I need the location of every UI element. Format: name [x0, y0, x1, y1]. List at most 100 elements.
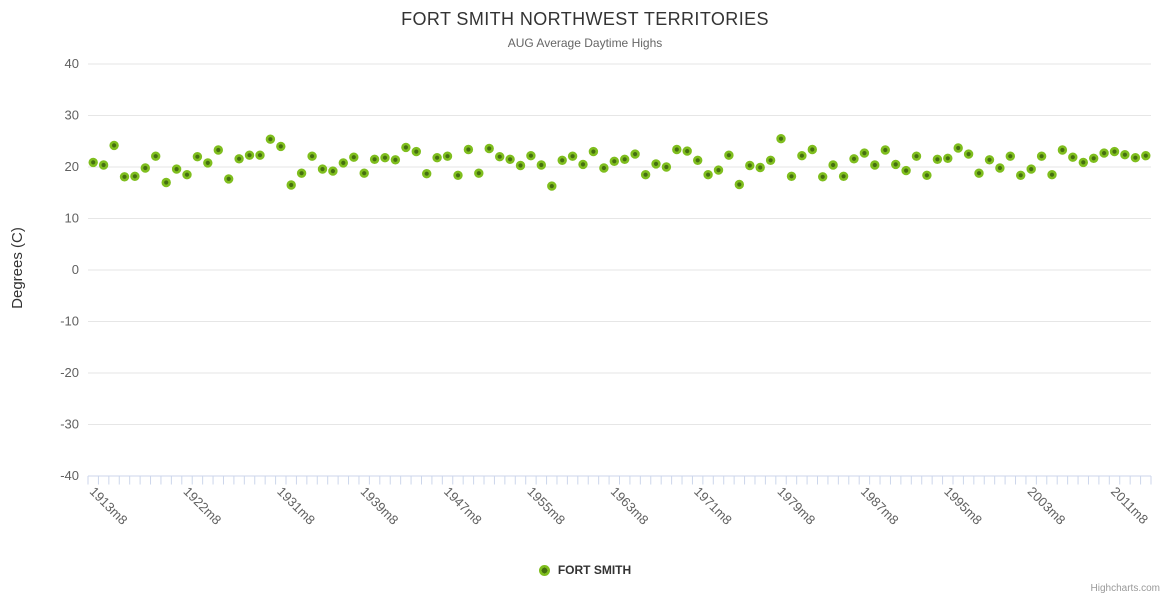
data-point[interactable]: [828, 160, 838, 170]
data-point[interactable]: [411, 146, 421, 157]
data-point[interactable]: [557, 155, 567, 166]
data-point[interactable]: [838, 171, 849, 182]
data-point[interactable]: [817, 172, 828, 182]
data-point[interactable]: [724, 150, 734, 160]
data-point[interactable]: [276, 141, 286, 152]
data-point[interactable]: [1026, 164, 1036, 174]
data-point[interactable]: [901, 165, 911, 176]
data-point[interactable]: [765, 155, 776, 166]
data-point[interactable]: [224, 174, 234, 184]
data-point[interactable]: [213, 145, 224, 155]
data-point[interactable]: [713, 165, 724, 175]
data-point[interactable]: [786, 171, 797, 182]
data-point[interactable]: [349, 152, 359, 162]
legend[interactable]: FORT SMITH: [0, 563, 1170, 577]
data-point[interactable]: [745, 160, 755, 171]
data-point[interactable]: [943, 153, 953, 164]
data-point[interactable]: [661, 162, 672, 172]
data-point[interactable]: [870, 160, 880, 170]
data-point[interactable]: [505, 154, 515, 165]
data-point[interactable]: [588, 146, 599, 157]
data-point[interactable]: [338, 158, 348, 168]
data-point[interactable]: [296, 168, 307, 178]
data-point[interactable]: [651, 159, 661, 169]
data-point[interactable]: [442, 151, 453, 161]
data-point[interactable]: [286, 180, 296, 190]
data-point[interactable]: [734, 179, 744, 190]
data-point[interactable]: [453, 170, 463, 181]
highcharts-credit-link[interactable]: Highcharts.com: [1091, 583, 1160, 594]
data-point[interactable]: [682, 146, 692, 156]
data-point[interactable]: [234, 154, 244, 164]
data-point[interactable]: [807, 144, 817, 155]
data-point[interactable]: [203, 158, 213, 168]
data-point[interactable]: [328, 166, 338, 176]
data-point[interactable]: [1109, 146, 1120, 157]
data-point[interactable]: [1015, 170, 1026, 181]
data-point[interactable]: [1047, 170, 1057, 180]
data-point[interactable]: [390, 155, 401, 165]
data-point[interactable]: [244, 150, 255, 160]
data-point[interactable]: [672, 144, 682, 155]
data-point[interactable]: [692, 155, 703, 166]
data-point[interactable]: [619, 154, 630, 165]
data-point[interactable]: [755, 162, 765, 173]
data-point[interactable]: [1141, 151, 1151, 161]
data-point[interactable]: [484, 143, 494, 154]
data-point[interactable]: [599, 163, 609, 173]
data-point[interactable]: [1130, 153, 1141, 163]
data-point[interactable]: [515, 160, 526, 171]
data-point[interactable]: [151, 151, 161, 161]
data-point[interactable]: [171, 164, 182, 174]
data-point[interactable]: [640, 170, 651, 180]
data-point[interactable]: [547, 181, 557, 191]
data-point[interactable]: [1120, 150, 1130, 160]
data-point[interactable]: [265, 134, 276, 144]
data-point[interactable]: [526, 151, 536, 161]
data-point[interactable]: [1036, 151, 1047, 161]
data-point[interactable]: [630, 149, 640, 159]
data-point[interactable]: [911, 151, 922, 161]
data-point[interactable]: [474, 168, 484, 178]
data-point[interactable]: [1078, 157, 1089, 168]
data-point[interactable]: [130, 171, 140, 182]
data-point[interactable]: [182, 170, 192, 180]
data-point[interactable]: [1057, 145, 1068, 155]
data-point[interactable]: [119, 172, 130, 182]
data-point[interactable]: [932, 154, 943, 165]
data-point[interactable]: [953, 143, 963, 153]
data-point[interactable]: [578, 159, 588, 170]
data-point[interactable]: [140, 163, 151, 173]
data-point[interactable]: [984, 155, 995, 165]
data-point[interactable]: [401, 142, 411, 153]
data-point[interactable]: [432, 153, 442, 163]
data-point[interactable]: [922, 170, 932, 181]
data-point[interactable]: [609, 156, 619, 167]
data-point[interactable]: [536, 160, 546, 170]
data-point[interactable]: [463, 144, 474, 155]
data-point[interactable]: [797, 151, 807, 161]
data-point[interactable]: [88, 157, 98, 168]
data-point[interactable]: [974, 168, 984, 178]
data-point[interactable]: [1068, 152, 1078, 162]
data-point[interactable]: [776, 134, 786, 144]
data-point[interactable]: [567, 151, 578, 161]
data-point[interactable]: [369, 154, 380, 165]
data-point[interactable]: [422, 169, 432, 179]
data-point[interactable]: [703, 170, 713, 180]
data-point[interactable]: [192, 152, 203, 162]
data-point[interactable]: [98, 160, 109, 170]
data-point[interactable]: [995, 163, 1005, 173]
data-point[interactable]: [255, 150, 265, 160]
data-point[interactable]: [880, 145, 890, 155]
data-point[interactable]: [359, 168, 369, 178]
data-point[interactable]: [859, 148, 870, 158]
data-point[interactable]: [161, 177, 171, 188]
data-point[interactable]: [963, 149, 974, 159]
data-point[interactable]: [380, 153, 390, 163]
data-point[interactable]: [890, 159, 901, 170]
data-point[interactable]: [307, 151, 317, 161]
data-point[interactable]: [317, 164, 328, 174]
data-point[interactable]: [495, 152, 505, 162]
data-point[interactable]: [1099, 148, 1109, 158]
